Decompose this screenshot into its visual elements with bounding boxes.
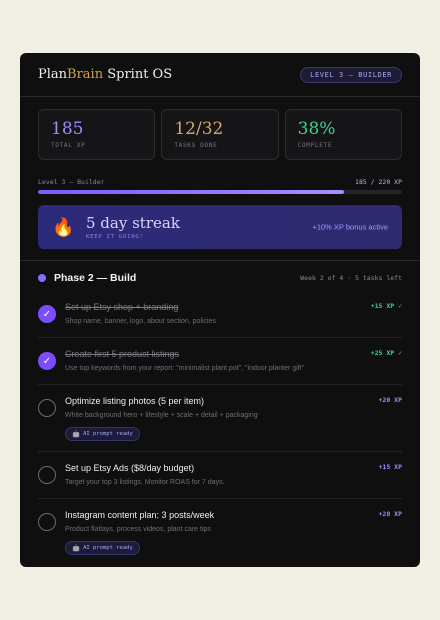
task-body: Instagram content plan: 3 posts/week Pro… [65,509,402,555]
progress-fill [38,190,344,194]
streak-bonus: +10% XP bonus active [312,222,388,232]
task-xp: +20 XP [378,396,402,404]
checkbox-unchecked[interactable] [38,399,56,417]
task-body: Create first 5 product listings Use top … [65,348,402,374]
task-body: Set up Etsy shop + branding Shop name, b… [65,301,402,327]
stat-value: 12/32 [174,119,224,139]
app-brand: PlanBrain Sprint OS [38,67,172,82]
brand-brain: Brain [67,67,104,82]
level-progress: Level 3 — Builder 185 / 220 XP [20,160,420,194]
stat-value: 185 [51,119,84,139]
stat-label: COMPLETE [297,142,333,149]
progress-count: 185 / 220 XP [355,178,402,186]
task-body: Set up Etsy Ads ($8/day budget) Target y… [65,462,402,488]
phase-meta: Week 2 of 4 · 5 tasks left [300,274,402,282]
task-description: Shop name, banner, logo, about section, … [65,318,216,325]
stat-total-xp: 185 TOTAL XP [38,109,156,160]
task-title: Optimize listing photos (5 per item) [65,396,205,406]
phase-title: Phase 2 — Build [54,272,137,284]
checkbox-checked[interactable]: ✓ [38,352,56,370]
task-body: Optimize listing photos (5 per item) Whi… [65,395,402,441]
checkbox-unchecked[interactable] [38,513,56,531]
brand-sprint-os: Sprint OS [103,67,173,82]
sprint-card: PlanBrain Sprint OS LEVEL 3 — BUILDER 18… [20,53,420,567]
stat-tasks-done: 12/32 TASKS DONE [161,109,279,160]
streak-banner: 🔥 5 day streak KEEP IT GOING! +10% XP bo… [38,205,402,249]
task-title: Set up Etsy shop + branding [65,302,179,312]
checkbox-checked[interactable]: ✓ [38,305,56,323]
brand-plan: Plan [38,67,68,82]
ai-badge-label: AI prompt ready [83,431,133,437]
phase-left: Phase 2 — Build [38,272,136,284]
list-item: Optimize listing photos (5 per item) Whi… [38,385,402,452]
stat-label: TASKS DONE [174,142,218,149]
task-description: Product flatlays, process videos, plant … [65,526,211,533]
task-xp: +15 XP ✓ [370,302,402,310]
progress-label: Level 3 — Builder [38,178,105,186]
streak-text: 5 day streak KEEP IT GOING! [86,213,180,240]
task-xp: +25 XP ✓ [370,349,402,357]
header: PlanBrain Sprint OS LEVEL 3 — BUILDER [20,53,420,97]
task-description: Target your top 3 listings. Monitor ROAS… [65,479,225,486]
task-title: Set up Etsy Ads ($8/day budget) [65,463,195,473]
list-item: Set up Etsy Ads ($8/day budget) Target y… [38,452,402,499]
flame-icon: 🔥 [52,217,75,237]
ai-badge-label: AI prompt ready [83,545,133,551]
checkbox-unchecked[interactable] [38,466,56,484]
streak-title: 5 day streak [86,213,180,232]
task-title: Instagram content plan: 3 posts/week [65,510,215,520]
task-xp: +20 XP [378,510,402,518]
task-description: Use top keywords from your report: "mini… [65,365,305,372]
ai-prompt-button[interactable]: 🤖 AI prompt ready [65,427,140,441]
stat-value: 38% [297,119,336,139]
list-item: Instagram content plan: 3 posts/week Pro… [38,499,402,565]
stat-complete: 38% COMPLETE [284,109,402,160]
stats-row: 185 TOTAL XP 12/32 TASKS DONE 38% COMPLE… [20,97,420,160]
stat-label: TOTAL XP [51,142,86,149]
task-xp: +15 XP [378,463,402,471]
progress-track [38,190,402,194]
level-badge: LEVEL 3 — BUILDER [300,66,402,83]
task-title: Create first 5 product listings [65,349,180,359]
list-item: ✓ Create first 5 product listings Use to… [38,338,402,385]
progress-row: Level 3 — Builder 185 / 220 XP [38,178,402,186]
task-list: ✓ Set up Etsy shop + branding Shop name,… [20,285,420,565]
streak-subtitle: KEEP IT GOING! [86,233,144,240]
list-item: ✓ Set up Etsy shop + branding Shop name,… [38,291,402,338]
phase-dot-icon [38,274,46,282]
robot-icon: 🤖 [72,544,81,552]
task-description: White background hero + lifestyle + scal… [65,412,258,419]
robot-icon: 🤖 [72,430,81,438]
ai-prompt-button[interactable]: 🤖 AI prompt ready [65,541,140,555]
phase-header: Phase 2 — Build Week 2 of 4 · 5 tasks le… [20,261,420,285]
